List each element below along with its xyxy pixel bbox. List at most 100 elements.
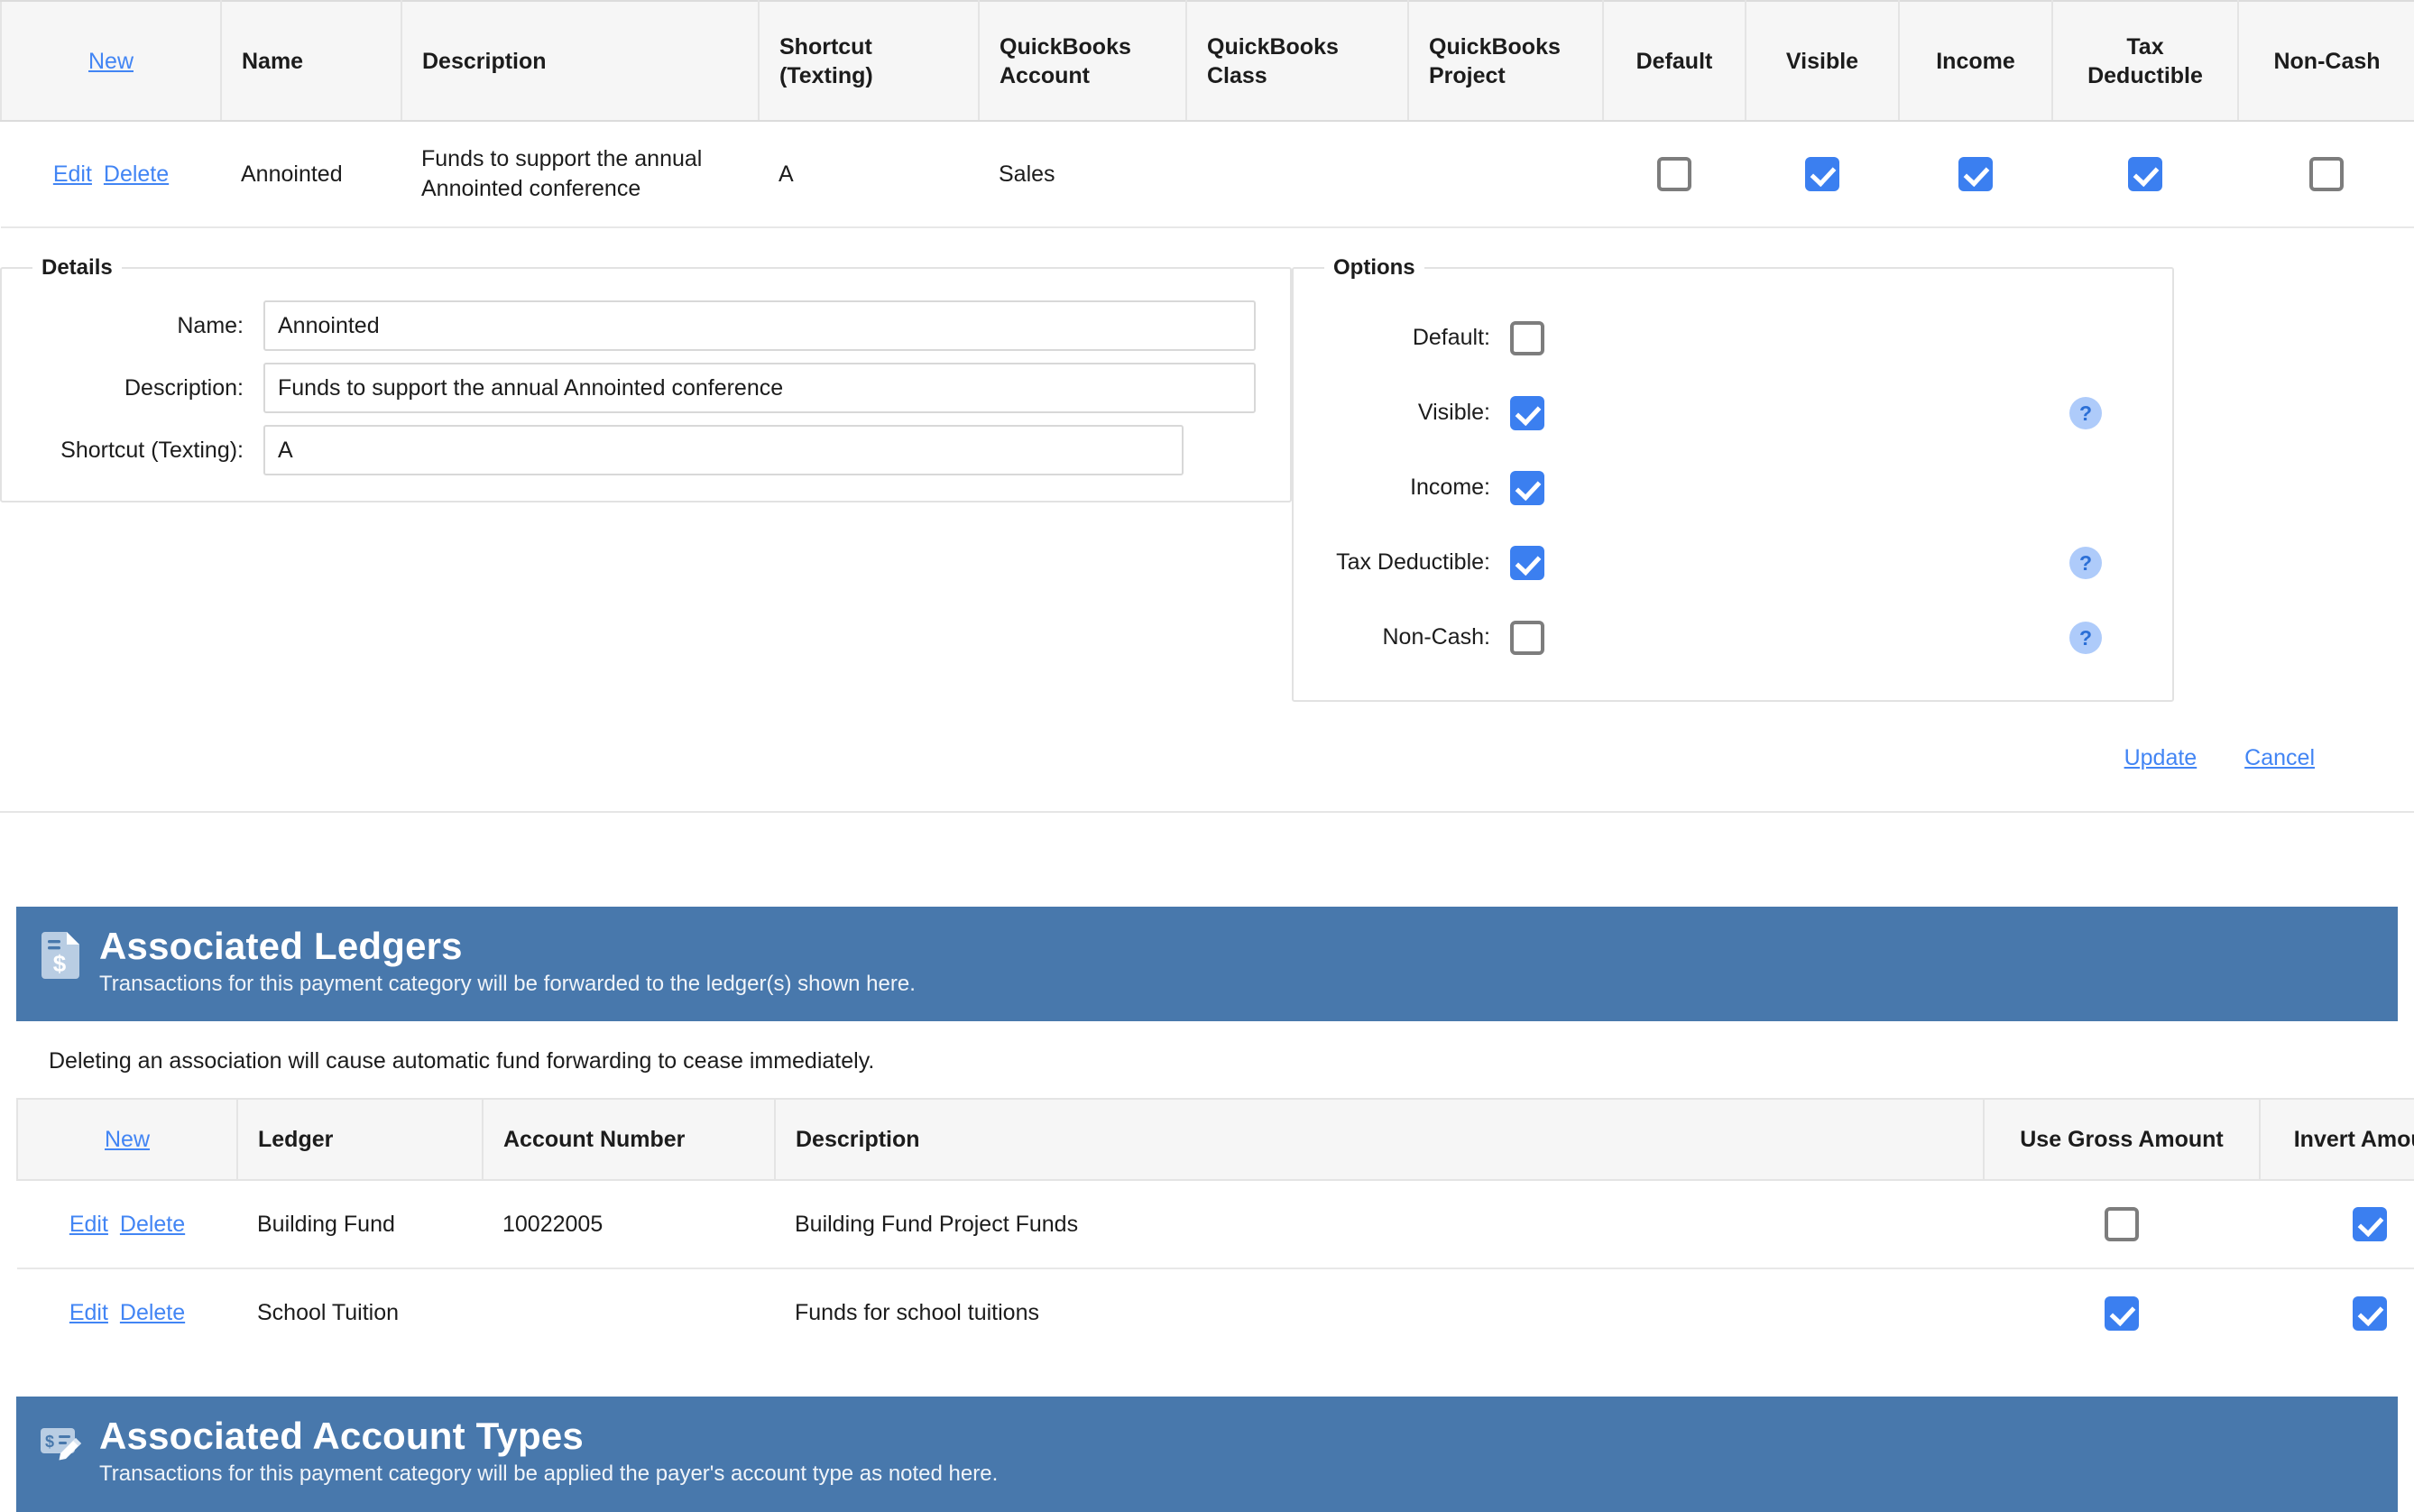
shortcut-field-row: Shortcut (Texting): (29, 425, 1263, 475)
non-cash-checkbox[interactable] (2309, 157, 2344, 191)
cell-ledger-description: Funds for school tuitions (775, 1268, 1984, 1358)
shortcut-input[interactable] (263, 425, 1184, 475)
delete-category-link[interactable]: Delete (104, 161, 169, 187)
use-gross-amount-checkbox[interactable] (2105, 1295, 2139, 1331)
option-row-tax-deductible: Tax Deductible: ? (1321, 525, 2145, 600)
default-checkbox[interactable] (1657, 157, 1691, 191)
tax-deductible-checkbox[interactable] (2128, 157, 2162, 191)
associated-ledgers-subtitle: Transactions for this payment category w… (99, 972, 916, 997)
edit-category-link[interactable]: Edit (53, 161, 92, 187)
name-label: Name: (177, 312, 244, 338)
cell-default (1603, 121, 1746, 228)
update-button[interactable]: Update (2124, 745, 2197, 770)
option-non-cash-checkbox[interactable] (1510, 620, 1544, 655)
cell-description: Funds to support the annual Annointed co… (401, 121, 759, 228)
header-shortcut-texting: Shortcut (Texting) (759, 0, 980, 122)
header-ledger: Ledger (237, 1098, 484, 1182)
option-label-non-cash: Non-Cash: (1382, 624, 1491, 650)
cell-income (1899, 121, 2052, 228)
description-input[interactable] (263, 363, 1256, 413)
option-row-income: Income: ? (1321, 450, 2145, 525)
svg-text:$: $ (53, 950, 67, 977)
header-name: Name (221, 0, 402, 122)
option-label-visible: Visible: (1417, 400, 1490, 425)
header-account-number: Account Number (483, 1098, 776, 1182)
ledger-header-row: New Ledger Account Number Description Us… (16, 1098, 2414, 1182)
associated-ledgers-table: New Ledger Account Number Description Us… (16, 1098, 2414, 1358)
cell-ledger: Building Fund (237, 1180, 483, 1270)
header-quickbooks-project: QuickBooks Project (1408, 0, 1604, 122)
invoice-dollar-icon: $ (41, 932, 79, 979)
cell-use-gross-amount (1984, 1268, 2260, 1358)
associated-ledgers-title: Associated Ledgers (99, 925, 463, 967)
header-use-gross-amount: Use Gross Amount (1984, 1098, 2261, 1182)
description-label: Description: (124, 374, 244, 401)
new-category-link[interactable]: New (88, 49, 134, 74)
option-income-checkbox[interactable] (1510, 470, 1544, 505)
edit-ledger-link[interactable]: Edit (69, 1212, 108, 1237)
name-field-row: Name: (29, 300, 1263, 351)
name-input[interactable] (263, 300, 1256, 351)
header-default: Default (1603, 0, 1746, 122)
cell-invert-amount (2260, 1180, 2414, 1270)
cancel-button[interactable]: Cancel (2244, 745, 2315, 770)
visible-checkbox[interactable] (1805, 157, 1839, 191)
cell-visible (1746, 121, 1899, 228)
header-income: Income (1899, 0, 2053, 122)
panel-action-links: Update Cancel (0, 745, 2414, 771)
details-legend: Details (41, 255, 113, 280)
ledger-row-actions-cell: Edit Delete (17, 1268, 237, 1358)
help-icon-visible[interactable]: ? (2069, 396, 2102, 429)
header-invert-amount: Invert Amount (2260, 1098, 2414, 1182)
header-tax-deductible: Tax Deductible (2052, 0, 2239, 122)
associated-account-types-section: $ Associated Account Types Transactions … (16, 1397, 2398, 1512)
payment-categories-table: New Name Description Shortcut (Texting) … (0, 0, 2414, 228)
cell-ledger-description: Building Fund Project Funds (775, 1180, 1984, 1270)
associated-account-types-subtitle: Transactions for this payment category w… (99, 1461, 999, 1487)
table-header-row: New Name Description Shortcut (Texting) … (0, 0, 2414, 122)
help-icon-tax-deductible[interactable]: ? (2069, 546, 2102, 579)
delete-ledger-link[interactable]: Delete (120, 1212, 185, 1237)
option-row-visible: Visible: ? (1321, 375, 2145, 450)
header-quickbooks-class: QuickBooks Class (1186, 0, 1409, 122)
option-label-tax-deductible: Tax Deductible: (1336, 549, 1490, 575)
options-legend: Options (1333, 255, 1415, 280)
header-quickbooks-account: QuickBooks Account (979, 0, 1187, 122)
new-ledger-header-cell: New (16, 1098, 238, 1182)
cell-use-gross-amount (1984, 1180, 2260, 1270)
cell-shortcut: A (759, 121, 979, 228)
associated-ledgers-section: $ Associated Ledgers Transactions for th… (16, 907, 2414, 1358)
cell-non-cash (2238, 121, 2414, 228)
cell-tax-deductible (2052, 121, 2238, 228)
use-gross-amount-checkbox[interactable] (2105, 1207, 2139, 1242)
invert-amount-checkbox[interactable] (2353, 1207, 2387, 1242)
header-description: Description (401, 0, 760, 122)
cell-invert-amount (2260, 1268, 2414, 1358)
ledger-row-actions-cell: Edit Delete (17, 1180, 237, 1270)
associated-ledgers-header: $ Associated Ledgers Transactions for th… (16, 907, 2398, 1022)
row-actions-cell: Edit Delete (1, 121, 221, 228)
header-ledger-description: Description (775, 1098, 1985, 1182)
payment-category-page: New Name Description Shortcut (Texting) … (0, 0, 2414, 1512)
option-default-checkbox[interactable] (1510, 320, 1544, 355)
new-ledger-link[interactable]: New (105, 1127, 150, 1152)
option-tax-deductible-checkbox[interactable] (1510, 545, 1544, 580)
associated-account-types-title: Associated Account Types (99, 1415, 584, 1458)
description-field-row: Description: (29, 363, 1263, 413)
edit-ledger-link[interactable]: Edit (69, 1300, 108, 1325)
help-icon-non-cash[interactable]: ? (2069, 621, 2102, 654)
cell-quickbooks-account: Sales (979, 121, 1186, 228)
option-label-default: Default: (1412, 325, 1490, 350)
income-checkbox[interactable] (1958, 157, 1993, 191)
option-row-default: Default: ? (1321, 300, 2145, 375)
delete-ledger-link[interactable]: Delete (120, 1300, 185, 1325)
svg-text:$: $ (45, 1433, 54, 1451)
associated-ledgers-note: Deleting an association will cause autom… (49, 1048, 875, 1074)
cell-account-number (483, 1268, 775, 1358)
option-visible-checkbox[interactable] (1510, 395, 1544, 430)
cell-ledger: School Tuition (237, 1268, 483, 1358)
panel-divider (0, 811, 2414, 813)
invert-amount-checkbox[interactable] (2353, 1295, 2387, 1331)
cell-name: Annointed (221, 121, 401, 228)
new-category-header-cell: New (0, 0, 222, 122)
